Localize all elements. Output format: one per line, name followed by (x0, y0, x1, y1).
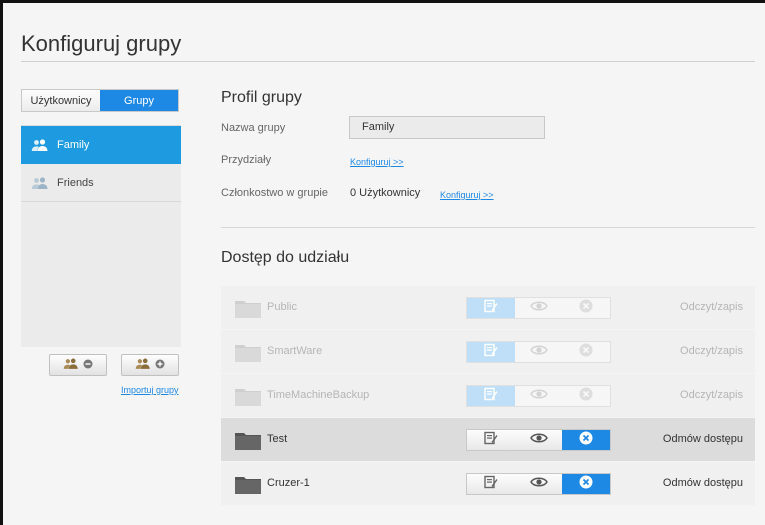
read-only-button[interactable] (514, 386, 563, 406)
folder-icon (235, 475, 261, 494)
eye-icon (529, 343, 548, 361)
folder-icon (235, 431, 261, 450)
remove-group-button[interactable] (49, 354, 107, 376)
edit-icon (484, 387, 498, 406)
deny-access-button[interactable] (562, 430, 611, 450)
folder-icon (235, 387, 261, 406)
share-access-status: Odczyt/zapis (680, 389, 743, 401)
read-write-button[interactable] (467, 474, 515, 494)
group-list: Family Friends (21, 125, 181, 347)
import-groups-link[interactable]: Importuj grupy (121, 385, 179, 395)
share-row[interactable]: TimeMachineBackup Odczyt/zapis (221, 374, 755, 417)
plus-circle-icon (155, 356, 165, 374)
close-circle-icon (579, 299, 593, 318)
membership-count: 0 Użytkownicy (350, 187, 421, 199)
read-only-button[interactable] (514, 474, 563, 494)
add-group-button[interactable] (121, 354, 179, 376)
read-only-button[interactable] (514, 342, 563, 362)
eye-icon (529, 387, 548, 405)
share-name: SmartWare (267, 345, 323, 357)
access-level-toggle (466, 385, 611, 407)
quota-configure-link[interactable]: Konfiguruj >> (350, 157, 404, 167)
page-title: Konfiguruj grupy (21, 31, 182, 56)
group-icon (31, 176, 49, 189)
group-item-friends[interactable]: Friends (21, 164, 181, 202)
access-level-toggle (466, 473, 611, 495)
group-label: Family (57, 139, 90, 151)
close-circle-icon (579, 343, 593, 362)
share-name: Cruzer-1 (267, 477, 310, 489)
eye-icon (529, 475, 548, 493)
share-access-section-title: Dostęp do udziału (221, 249, 350, 266)
share-row[interactable]: Public Odczyt/zapis (221, 286, 755, 329)
tab-groups[interactable]: Grupy (100, 90, 178, 111)
deny-access-button[interactable] (562, 474, 611, 494)
app-window: Konfiguruj grupy Użytkownicy Grupy Famil… (0, 0, 765, 525)
group-icon (63, 356, 79, 374)
membership-label: Członkostwo w grupie (221, 187, 328, 199)
share-access-status: Odczyt/zapis (680, 301, 743, 313)
users-groups-toggle: Użytkownicy Grupy (21, 89, 179, 112)
read-only-button[interactable] (514, 430, 563, 450)
deny-access-button[interactable] (562, 342, 611, 362)
group-icon (31, 139, 49, 151)
group-label: Friends (57, 176, 94, 189)
access-level-toggle (466, 341, 611, 363)
read-write-button[interactable] (467, 430, 515, 450)
group-name-label: Nazwa grupy (221, 122, 286, 134)
edit-icon (484, 475, 498, 494)
share-row[interactable]: Test Odmów dostępu (221, 418, 755, 461)
folder-icon (235, 299, 261, 318)
deny-access-button[interactable] (562, 298, 611, 318)
group-icon (135, 356, 151, 374)
tab-users[interactable]: Użytkownicy (22, 90, 100, 111)
close-circle-icon (579, 475, 593, 494)
share-row[interactable]: Cruzer-1 Odmów dostępu (221, 462, 755, 505)
membership-configure-link[interactable]: Konfiguruj >> (440, 190, 494, 200)
share-name: TimeMachineBackup (267, 389, 370, 401)
eye-icon (529, 431, 548, 449)
share-access-status: Odmów dostępu (662, 433, 743, 445)
group-item-family[interactable]: Family (21, 126, 181, 164)
access-level-toggle (466, 297, 611, 319)
edit-icon (484, 343, 498, 362)
minus-circle-icon (83, 356, 93, 374)
share-name: Test (267, 433, 288, 445)
access-level-toggle (466, 429, 611, 451)
deny-access-button[interactable] (562, 386, 611, 406)
edit-icon (484, 431, 498, 450)
read-only-button[interactable] (514, 298, 563, 318)
close-circle-icon (579, 387, 593, 406)
share-name: Public (267, 301, 297, 313)
close-circle-icon (579, 431, 593, 450)
edit-icon (484, 299, 498, 318)
title-divider (21, 61, 755, 62)
share-access-status: Odczyt/zapis (680, 345, 743, 357)
section-divider (221, 227, 755, 228)
read-write-button[interactable] (467, 386, 515, 406)
share-row[interactable]: SmartWare Odczyt/zapis (221, 330, 755, 373)
profile-section-title: Profil grupy (221, 89, 302, 106)
quota-label: Przydziały (221, 154, 272, 166)
group-name-field[interactable]: Family (349, 116, 545, 139)
read-write-button[interactable] (467, 298, 515, 318)
read-write-button[interactable] (467, 342, 515, 362)
eye-icon (529, 299, 548, 317)
folder-icon (235, 343, 261, 362)
share-access-status: Odmów dostępu (662, 477, 743, 489)
